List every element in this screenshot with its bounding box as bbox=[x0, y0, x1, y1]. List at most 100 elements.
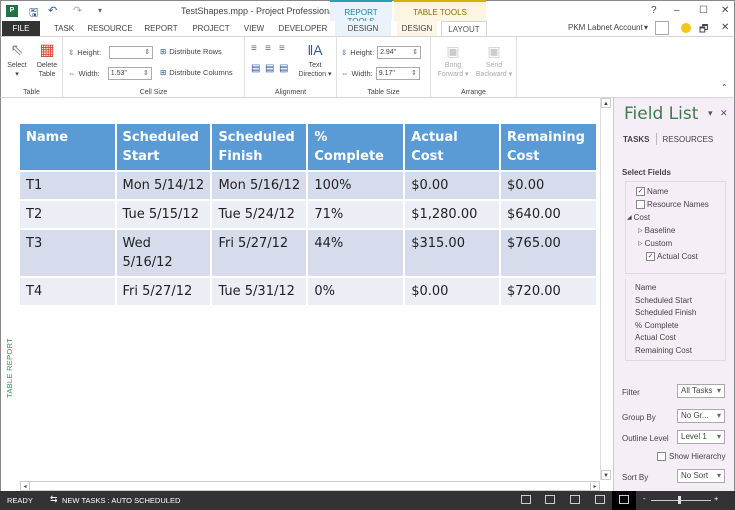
table-cell[interactable]: T4 bbox=[20, 276, 117, 305]
tab-report-design[interactable]: DESIGN bbox=[335, 21, 391, 36]
resource-sheet-view-icon[interactable] bbox=[595, 495, 605, 504]
align-middle-icon[interactable]: ▤ bbox=[265, 63, 274, 74]
pane-options-icon[interactable]: ▾ bbox=[708, 108, 713, 119]
close-icon[interactable]: ✕ bbox=[721, 5, 729, 16]
maximize-icon[interactable]: ☐ bbox=[699, 5, 708, 16]
table-cell[interactable]: Tue 5/24/12 bbox=[211, 199, 309, 229]
avatar[interactable] bbox=[655, 21, 669, 35]
table-cell[interactable]: $0.00 bbox=[404, 170, 502, 200]
field-item-resource-names[interactable]: Resource Names bbox=[636, 200, 709, 209]
pane-close-icon[interactable]: ✕ bbox=[720, 108, 728, 119]
expanded-icon[interactable]: ◢ bbox=[627, 214, 632, 221]
distribute-rows-button[interactable]: ⊞ Distribute Rows bbox=[160, 47, 222, 56]
task-usage-view-icon[interactable] bbox=[545, 495, 555, 504]
scroll-down-icon[interactable]: ▼ bbox=[601, 470, 611, 480]
gantt-view-icon[interactable] bbox=[521, 495, 531, 504]
selected-field[interactable]: Scheduled Start bbox=[626, 295, 725, 308]
table-cell[interactable]: $720.00 bbox=[500, 276, 598, 305]
zoom-slider-thumb[interactable] bbox=[678, 496, 681, 504]
cell-width-input[interactable]: 1.53" bbox=[107, 67, 152, 80]
table-cell[interactable]: $0.00 bbox=[500, 170, 598, 200]
table-cell[interactable]: 71% bbox=[307, 199, 406, 229]
team-planner-view-icon[interactable] bbox=[570, 495, 580, 504]
table-cell[interactable]: $1,280.00 bbox=[404, 199, 502, 229]
column-header[interactable]: % Complete bbox=[307, 124, 406, 171]
tab-file[interactable]: FILE bbox=[2, 21, 40, 36]
table-cell[interactable]: 44% bbox=[307, 228, 406, 277]
collapsed-icon[interactable]: ▷ bbox=[638, 227, 643, 234]
field-tree[interactable]: ✓ Name Resource Names ◢ Cost ▷ Baseline … bbox=[625, 181, 726, 274]
tab-developer[interactable]: DEVELOPER bbox=[277, 21, 329, 36]
table-height-input[interactable]: 2.94" bbox=[377, 46, 422, 59]
table-cell[interactable]: 0% bbox=[307, 276, 406, 305]
checkbox-unchecked[interactable] bbox=[636, 200, 645, 209]
select-button[interactable]: ⇖ Select ▾ bbox=[5, 41, 29, 79]
project-app-icon[interactable]: P bbox=[6, 5, 18, 17]
new-tasks-mode[interactable]: NEW TASKS : AUTO SCHEDULED bbox=[62, 496, 180, 505]
table-cell[interactable]: Fri 5/27/12 bbox=[115, 276, 213, 305]
align-right-icon[interactable]: ≡ bbox=[279, 43, 285, 54]
send-backward-button[interactable]: ▣ Send Backward ▾ bbox=[473, 41, 515, 79]
filter-dropdown[interactable]: All Tasks bbox=[677, 384, 725, 398]
sort-by-dropdown[interactable]: No Sort bbox=[677, 469, 725, 483]
text-direction-button[interactable]: ‖A Text Direction ▾ bbox=[295, 39, 335, 79]
field-item-name[interactable]: ✓ Name bbox=[636, 187, 668, 196]
report-view-button[interactable] bbox=[612, 491, 636, 510]
table-cell[interactable]: Mon 5/16/12 bbox=[211, 170, 309, 200]
table-cell[interactable]: Fri 5/27/12 bbox=[211, 228, 309, 277]
tab-task[interactable]: TASK bbox=[49, 21, 79, 36]
minimize-icon[interactable]: – bbox=[674, 5, 680, 16]
table-cell[interactable]: Tue 5/31/12 bbox=[211, 276, 309, 305]
close-document-icon[interactable]: ✕ bbox=[721, 22, 729, 33]
table-cell[interactable]: T1 bbox=[20, 170, 117, 200]
selected-field[interactable]: % Complete bbox=[626, 320, 725, 333]
align-left-icon[interactable]: ≡ bbox=[251, 43, 257, 54]
distribute-columns-button[interactable]: ⊞ Distribute Columns bbox=[160, 68, 233, 77]
customize-qat-icon[interactable]: ▾ bbox=[98, 6, 102, 15]
table-width-input[interactable]: 9.17" bbox=[375, 67, 420, 80]
column-header[interactable]: Remaining Cost bbox=[500, 124, 598, 171]
table-cell[interactable]: $765.00 bbox=[500, 228, 598, 277]
tab-view[interactable]: VIEW bbox=[241, 21, 267, 36]
tab-report[interactable]: REPORT bbox=[141, 21, 181, 36]
column-header[interactable]: Name bbox=[20, 124, 117, 171]
checkbox-checked[interactable]: ✓ bbox=[636, 187, 645, 196]
table-cell[interactable]: 100% bbox=[307, 170, 406, 200]
zoom-in-button[interactable]: + bbox=[714, 494, 718, 503]
field-group-baseline[interactable]: ▷ Baseline bbox=[638, 226, 675, 235]
table-cell[interactable]: Tue 5/15/12 bbox=[115, 199, 213, 229]
align-center-icon[interactable]: ≡ bbox=[265, 43, 271, 54]
column-header[interactable]: Actual Cost bbox=[404, 124, 502, 171]
tab-table-design[interactable]: DESIGN bbox=[397, 21, 437, 36]
collapse-ribbon-icon[interactable]: ⌃ bbox=[721, 83, 728, 92]
delete-table-button[interactable]: ▦ Delete Table bbox=[33, 41, 61, 79]
tab-resource[interactable]: RESOURCE bbox=[87, 21, 133, 36]
report-table[interactable]: Name Scheduled Start Scheduled Finish % … bbox=[20, 124, 598, 305]
zoom-out-button[interactable]: - bbox=[643, 494, 646, 503]
scroll-up-icon[interactable]: ▲ bbox=[601, 98, 611, 108]
collapsed-icon[interactable]: ▷ bbox=[638, 240, 643, 247]
table-cell[interactable]: Wed 5/16/12 bbox=[115, 228, 213, 277]
column-header[interactable]: Scheduled Start bbox=[115, 124, 213, 171]
table-cell[interactable]: $640.00 bbox=[500, 199, 598, 229]
horizontal-scrollbar[interactable]: ◂ ▸ bbox=[20, 481, 600, 491]
selected-field[interactable]: Scheduled Finish bbox=[626, 307, 725, 320]
tab-project[interactable]: PROJECT bbox=[189, 21, 233, 36]
scroll-right-icon[interactable]: ▸ bbox=[590, 481, 600, 491]
zoom-slider[interactable] bbox=[651, 500, 711, 501]
align-bottom-icon[interactable]: ▤ bbox=[279, 63, 288, 74]
align-top-icon[interactable]: ▤ bbox=[251, 63, 260, 74]
selected-field[interactable]: Name bbox=[626, 279, 725, 295]
selected-field[interactable]: Remaining Cost bbox=[626, 345, 725, 358]
redo-icon[interactable]: ↷ bbox=[73, 4, 82, 17]
feedback-smiley-icon[interactable] bbox=[681, 23, 691, 33]
scroll-left-icon[interactable]: ◂ bbox=[20, 481, 30, 491]
table-cell[interactable]: $0.00 bbox=[404, 276, 502, 305]
tab-layout[interactable]: LAYOUT bbox=[441, 21, 487, 36]
field-item-actual-cost[interactable]: ✓ Actual Cost bbox=[646, 252, 698, 261]
selected-field[interactable]: Actual Cost bbox=[626, 332, 725, 345]
vertical-scrollbar[interactable]: ▲ ▼ bbox=[600, 98, 611, 480]
account-name[interactable]: PKM Labnet Account bbox=[568, 23, 643, 32]
table-cell[interactable]: $315.00 bbox=[404, 228, 502, 277]
bring-forward-button[interactable]: ▣ Bring Forward ▾ bbox=[433, 41, 473, 79]
